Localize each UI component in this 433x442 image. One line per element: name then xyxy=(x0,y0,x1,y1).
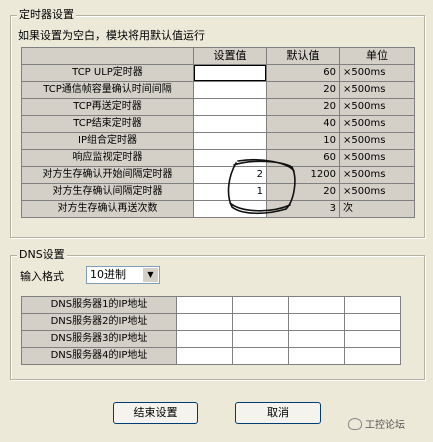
wechat-icon xyxy=(348,417,362,430)
ip-octet-input[interactable] xyxy=(288,330,345,348)
timer-table: 设置值 默认值 单位 TCP ULP定时器 60 ×500ms TCP通信帧容量… xyxy=(21,47,415,218)
timer-setting-input[interactable] xyxy=(193,64,267,82)
ip-octet-input[interactable] xyxy=(344,296,401,314)
ip-octet-input[interactable] xyxy=(232,330,289,348)
timer-label: TCP结束定时器 xyxy=(21,115,194,133)
ip-octet-input[interactable] xyxy=(344,330,401,348)
timer-unit: ×500ms xyxy=(339,166,415,184)
ip-octet-input[interactable] xyxy=(288,313,345,331)
timer-default: 20 xyxy=(266,183,340,201)
timer-row-response-monitor: 响应监视定时器 60 ×500ms xyxy=(21,149,415,167)
timer-unit: ×500ms xyxy=(339,64,415,82)
watermark: 工控论坛 xyxy=(348,416,405,431)
timer-setting-input[interactable] xyxy=(193,81,267,99)
timer-row-alive-start: 对方生存确认开始间隔定时器 2 1200 ×500ms xyxy=(21,166,415,184)
ip-octet-input[interactable] xyxy=(176,313,233,331)
ip-octet-input[interactable] xyxy=(288,347,345,365)
timer-unit: ×500ms xyxy=(339,98,415,116)
timer-unit: ×500ms xyxy=(339,183,415,201)
timer-label: TCP ULP定时器 xyxy=(21,64,194,82)
timer-unit: 次 xyxy=(339,200,415,218)
timer-row-tcp-end: TCP结束定时器 40 ×500ms xyxy=(21,115,415,133)
dns-table: DNS服务器1的IP地址 DNS服务器2的IP地址 DNS服务器3的IP地址 D… xyxy=(21,296,401,365)
chevron-down-icon[interactable]: ▼ xyxy=(143,268,158,282)
ip-octet-input[interactable] xyxy=(176,347,233,365)
timer-unit: ×500ms xyxy=(339,115,415,133)
timer-default: 60 xyxy=(266,149,340,167)
timer-label: TCP再送定时器 xyxy=(21,98,194,116)
timer-default: 20 xyxy=(266,98,340,116)
cancel-button[interactable]: 取消 xyxy=(235,402,321,424)
timer-default: 40 xyxy=(266,115,340,133)
dns-row-4: DNS服务器4的IP地址 xyxy=(21,347,401,365)
timer-unit: ×500ms xyxy=(339,81,415,99)
header-default: 默认值 xyxy=(266,47,340,65)
dns-server-label: DNS服务器4的IP地址 xyxy=(21,347,177,365)
timer-default: 1200 xyxy=(266,166,340,184)
timer-header-corner xyxy=(21,47,194,65)
timer-default: 20 xyxy=(266,81,340,99)
dns-server-label: DNS服务器1的IP地址 xyxy=(21,296,177,314)
ip-octet-input[interactable] xyxy=(176,296,233,314)
dns-server-label: DNS服务器2的IP地址 xyxy=(21,313,177,331)
timer-label: 对方生存确认开始间隔定时器 xyxy=(21,166,194,184)
timer-label: IP组合定时器 xyxy=(21,132,194,150)
timer-setting-input[interactable] xyxy=(193,115,267,133)
dns-group-title: DNS设置 xyxy=(17,248,67,262)
timer-setting-input[interactable] xyxy=(193,200,267,218)
timer-label: TCP通信帧容量确认时间间隔 xyxy=(21,81,194,99)
timer-default: 60 xyxy=(266,64,340,82)
timer-label: 对方生存确认间隔定时器 xyxy=(21,183,194,201)
ip-octet-input[interactable] xyxy=(176,330,233,348)
finish-settings-button[interactable]: 结束设置 xyxy=(113,402,198,424)
timer-label: 响应监视定时器 xyxy=(21,149,194,167)
watermark-text: 工控论坛 xyxy=(365,420,405,431)
timer-label: 对方生存确认再送次数 xyxy=(21,200,194,218)
ip-octet-input[interactable] xyxy=(288,296,345,314)
timer-row-alive-interval: 对方生存确认间隔定时器 1 20 ×500ms xyxy=(21,183,415,201)
ip-octet-input[interactable] xyxy=(232,347,289,365)
header-unit: 单位 xyxy=(339,47,415,65)
timer-default: 3 xyxy=(266,200,340,218)
timer-setting-input[interactable] xyxy=(193,149,267,167)
input-format-select[interactable]: 10进制 ▼ xyxy=(86,266,160,284)
dns-server-label: DNS服务器3的IP地址 xyxy=(21,330,177,348)
timer-group-title: 定时器设置 xyxy=(17,8,76,22)
timer-row-alive-retries: 对方生存确认再送次数 3 次 xyxy=(21,200,415,218)
timer-default: 10 xyxy=(266,132,340,150)
input-format-label: 输入格式 xyxy=(20,270,64,283)
dns-row-1: DNS服务器1的IP地址 xyxy=(21,296,401,314)
timer-row-tcp-resend: TCP再送定时器 20 ×500ms xyxy=(21,98,415,116)
timer-setting-input[interactable]: 2 xyxy=(193,166,267,184)
input-format-value: 10进制 xyxy=(90,268,126,281)
timer-note: 如果设置为空白，模块将用默认值运行 xyxy=(18,29,205,42)
timer-unit: ×500ms xyxy=(339,132,415,150)
timer-row-ip-assembly: IP组合定时器 10 ×500ms xyxy=(21,132,415,150)
header-setting: 设置值 xyxy=(193,47,267,65)
ip-octet-input[interactable] xyxy=(232,313,289,331)
dns-row-3: DNS服务器3的IP地址 xyxy=(21,330,401,348)
timer-setting-input[interactable] xyxy=(193,98,267,116)
timer-setting-input[interactable]: 1 xyxy=(193,183,267,201)
ip-octet-input[interactable] xyxy=(344,313,401,331)
dns-row-2: DNS服务器2的IP地址 xyxy=(21,313,401,331)
timer-unit: ×500ms xyxy=(339,149,415,167)
timer-setting-input[interactable] xyxy=(193,132,267,150)
timer-row-tcp-ulp: TCP ULP定时器 60 ×500ms xyxy=(21,64,415,82)
ip-octet-input[interactable] xyxy=(232,296,289,314)
timer-row-tcp-window: TCP通信帧容量确认时间间隔 20 ×500ms xyxy=(21,81,415,99)
ip-octet-input[interactable] xyxy=(344,347,401,365)
